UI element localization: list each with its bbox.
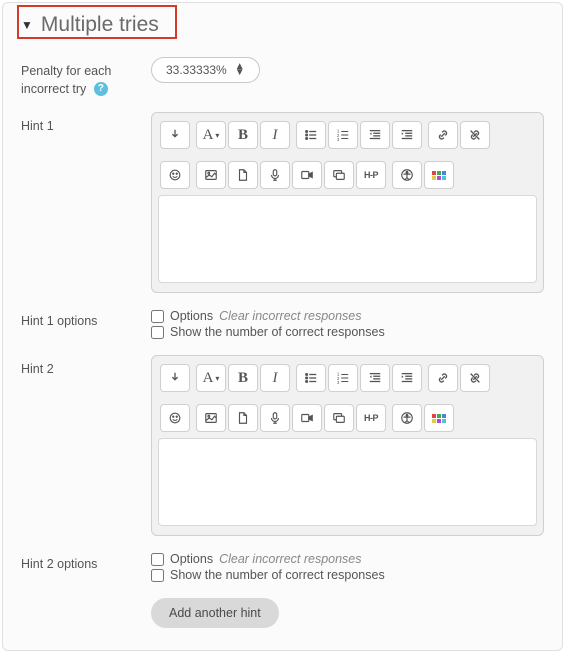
hint-1-toolbar: A▾ B I 123 xyxy=(158,119,537,195)
toolbar-numbered-list-icon[interactable]: 123 xyxy=(328,364,358,392)
chevron-down-icon: ▼ xyxy=(21,18,33,32)
section-header[interactable]: ▼ Multiple tries xyxy=(21,3,544,43)
svg-text:3: 3 xyxy=(337,137,340,142)
toolbar-h5p-icon[interactable]: H-P xyxy=(356,161,386,189)
hint-1-options-label: Hint 1 options xyxy=(21,307,151,331)
toolbar-italic[interactable]: I xyxy=(260,364,290,392)
toolbar-more-icon[interactable] xyxy=(424,161,454,189)
toolbar-numbered-list-icon[interactable]: 123 xyxy=(328,121,358,149)
add-hint-row: Add another hint xyxy=(21,598,544,628)
hint-2-clear-row: Options Clear incorrect responses xyxy=(151,552,544,566)
toolbar-outdent-icon[interactable] xyxy=(360,121,390,149)
hint-1-row: Hint 1 A▾ B I xyxy=(21,112,544,293)
hint-2-label: Hint 2 xyxy=(21,355,151,379)
toolbar-unlink-icon[interactable] xyxy=(460,121,490,149)
toolbar-unlink-icon[interactable] xyxy=(460,364,490,392)
hint-1-shownum-checkbox[interactable] xyxy=(151,326,164,339)
toolbar-file-icon[interactable] xyxy=(228,161,258,189)
toolbar-accessibility-icon[interactable] xyxy=(392,161,422,189)
hint-2-options-text: Options xyxy=(170,552,213,566)
hint-1-shownum-row: Show the number of correct responses xyxy=(151,325,544,339)
hint-2-clear-text: Clear incorrect responses xyxy=(219,552,361,566)
toolbar-link-icon[interactable] xyxy=(428,364,458,392)
hint-1-clear-checkbox[interactable] xyxy=(151,310,164,323)
toolbar-outdent-icon[interactable] xyxy=(360,364,390,392)
hint-2-textarea[interactable] xyxy=(158,438,537,526)
toolbar-italic[interactable]: I xyxy=(260,121,290,149)
toolbar-emoji-icon[interactable] xyxy=(160,161,190,189)
hint-1-label: Hint 1 xyxy=(21,112,151,136)
toolbar-bold[interactable]: B xyxy=(228,364,258,392)
toolbar-accessibility-icon[interactable] xyxy=(392,404,422,432)
hint-2-options-label: Hint 2 options xyxy=(21,550,151,574)
penalty-value: 33.33333% xyxy=(166,63,227,77)
hint-1-editor: A▾ B I 123 xyxy=(151,112,544,293)
toolbar-indent-icon[interactable] xyxy=(392,121,422,149)
toolbar-manage-files-icon[interactable] xyxy=(324,161,354,189)
toolbar-manage-files-icon[interactable] xyxy=(324,404,354,432)
toolbar-file-icon[interactable] xyxy=(228,404,258,432)
add-hint-button[interactable]: Add another hint xyxy=(151,598,279,628)
toolbar-link-icon[interactable] xyxy=(428,121,458,149)
hint-2-shownum-text: Show the number of correct responses xyxy=(170,568,385,582)
hint-1-textarea[interactable] xyxy=(158,195,537,283)
toolbar-bullet-list-icon[interactable] xyxy=(296,364,326,392)
hint-1-clear-text: Clear incorrect responses xyxy=(219,309,361,323)
penalty-row: Penalty for each incorrect try ? 33.3333… xyxy=(21,57,544,98)
toolbar-video-icon[interactable] xyxy=(292,161,322,189)
toolbar-image-icon[interactable] xyxy=(196,404,226,432)
penalty-select[interactable]: 33.33333% ▲▼ xyxy=(151,57,260,83)
toolbar-bold[interactable]: B xyxy=(228,121,258,149)
toolbar-image-icon[interactable] xyxy=(196,161,226,189)
hint-1-options-text: Options xyxy=(170,309,213,323)
toolbar-expand-icon[interactable] xyxy=(160,364,190,392)
toolbar-more-icon[interactable] xyxy=(424,404,454,432)
multiple-tries-panel: ▼ Multiple tries Penalty for each incorr… xyxy=(2,2,563,651)
hint-2-options-row: Hint 2 options Options Clear incorrect r… xyxy=(21,550,544,584)
hint-2-toolbar: A▾ B I 123 xyxy=(158,362,537,438)
section-title: Multiple tries xyxy=(41,13,159,37)
select-arrows-icon: ▲▼ xyxy=(235,64,245,76)
hint-2-shownum-checkbox[interactable] xyxy=(151,569,164,582)
penalty-label: Penalty for each incorrect try ? xyxy=(21,57,151,98)
hint-2-clear-checkbox[interactable] xyxy=(151,553,164,566)
toolbar-video-icon[interactable] xyxy=(292,404,322,432)
help-icon[interactable]: ? xyxy=(94,82,108,96)
toolbar-indent-icon[interactable] xyxy=(392,364,422,392)
toolbar-bullet-list-icon[interactable] xyxy=(296,121,326,149)
hint-2-row: Hint 2 A▾ B I xyxy=(21,355,544,536)
hint-1-clear-row: Options Clear incorrect responses xyxy=(151,309,544,323)
hint-2-editor: A▾ B I 123 xyxy=(151,355,544,536)
toolbar-microphone-icon[interactable] xyxy=(260,404,290,432)
toolbar-h5p-icon[interactable]: H-P xyxy=(356,404,386,432)
hint-2-shownum-row: Show the number of correct responses xyxy=(151,568,544,582)
hint-1-options-row: Hint 1 options Options Clear incorrect r… xyxy=(21,307,544,341)
toolbar-expand-icon[interactable] xyxy=(160,121,190,149)
toolbar-paragraph-style[interactable]: A▾ xyxy=(196,121,226,149)
svg-text:3: 3 xyxy=(337,380,340,385)
toolbar-paragraph-style[interactable]: A▾ xyxy=(196,364,226,392)
toolbar-emoji-icon[interactable] xyxy=(160,404,190,432)
hint-1-shownum-text: Show the number of correct responses xyxy=(170,325,385,339)
toolbar-microphone-icon[interactable] xyxy=(260,161,290,189)
